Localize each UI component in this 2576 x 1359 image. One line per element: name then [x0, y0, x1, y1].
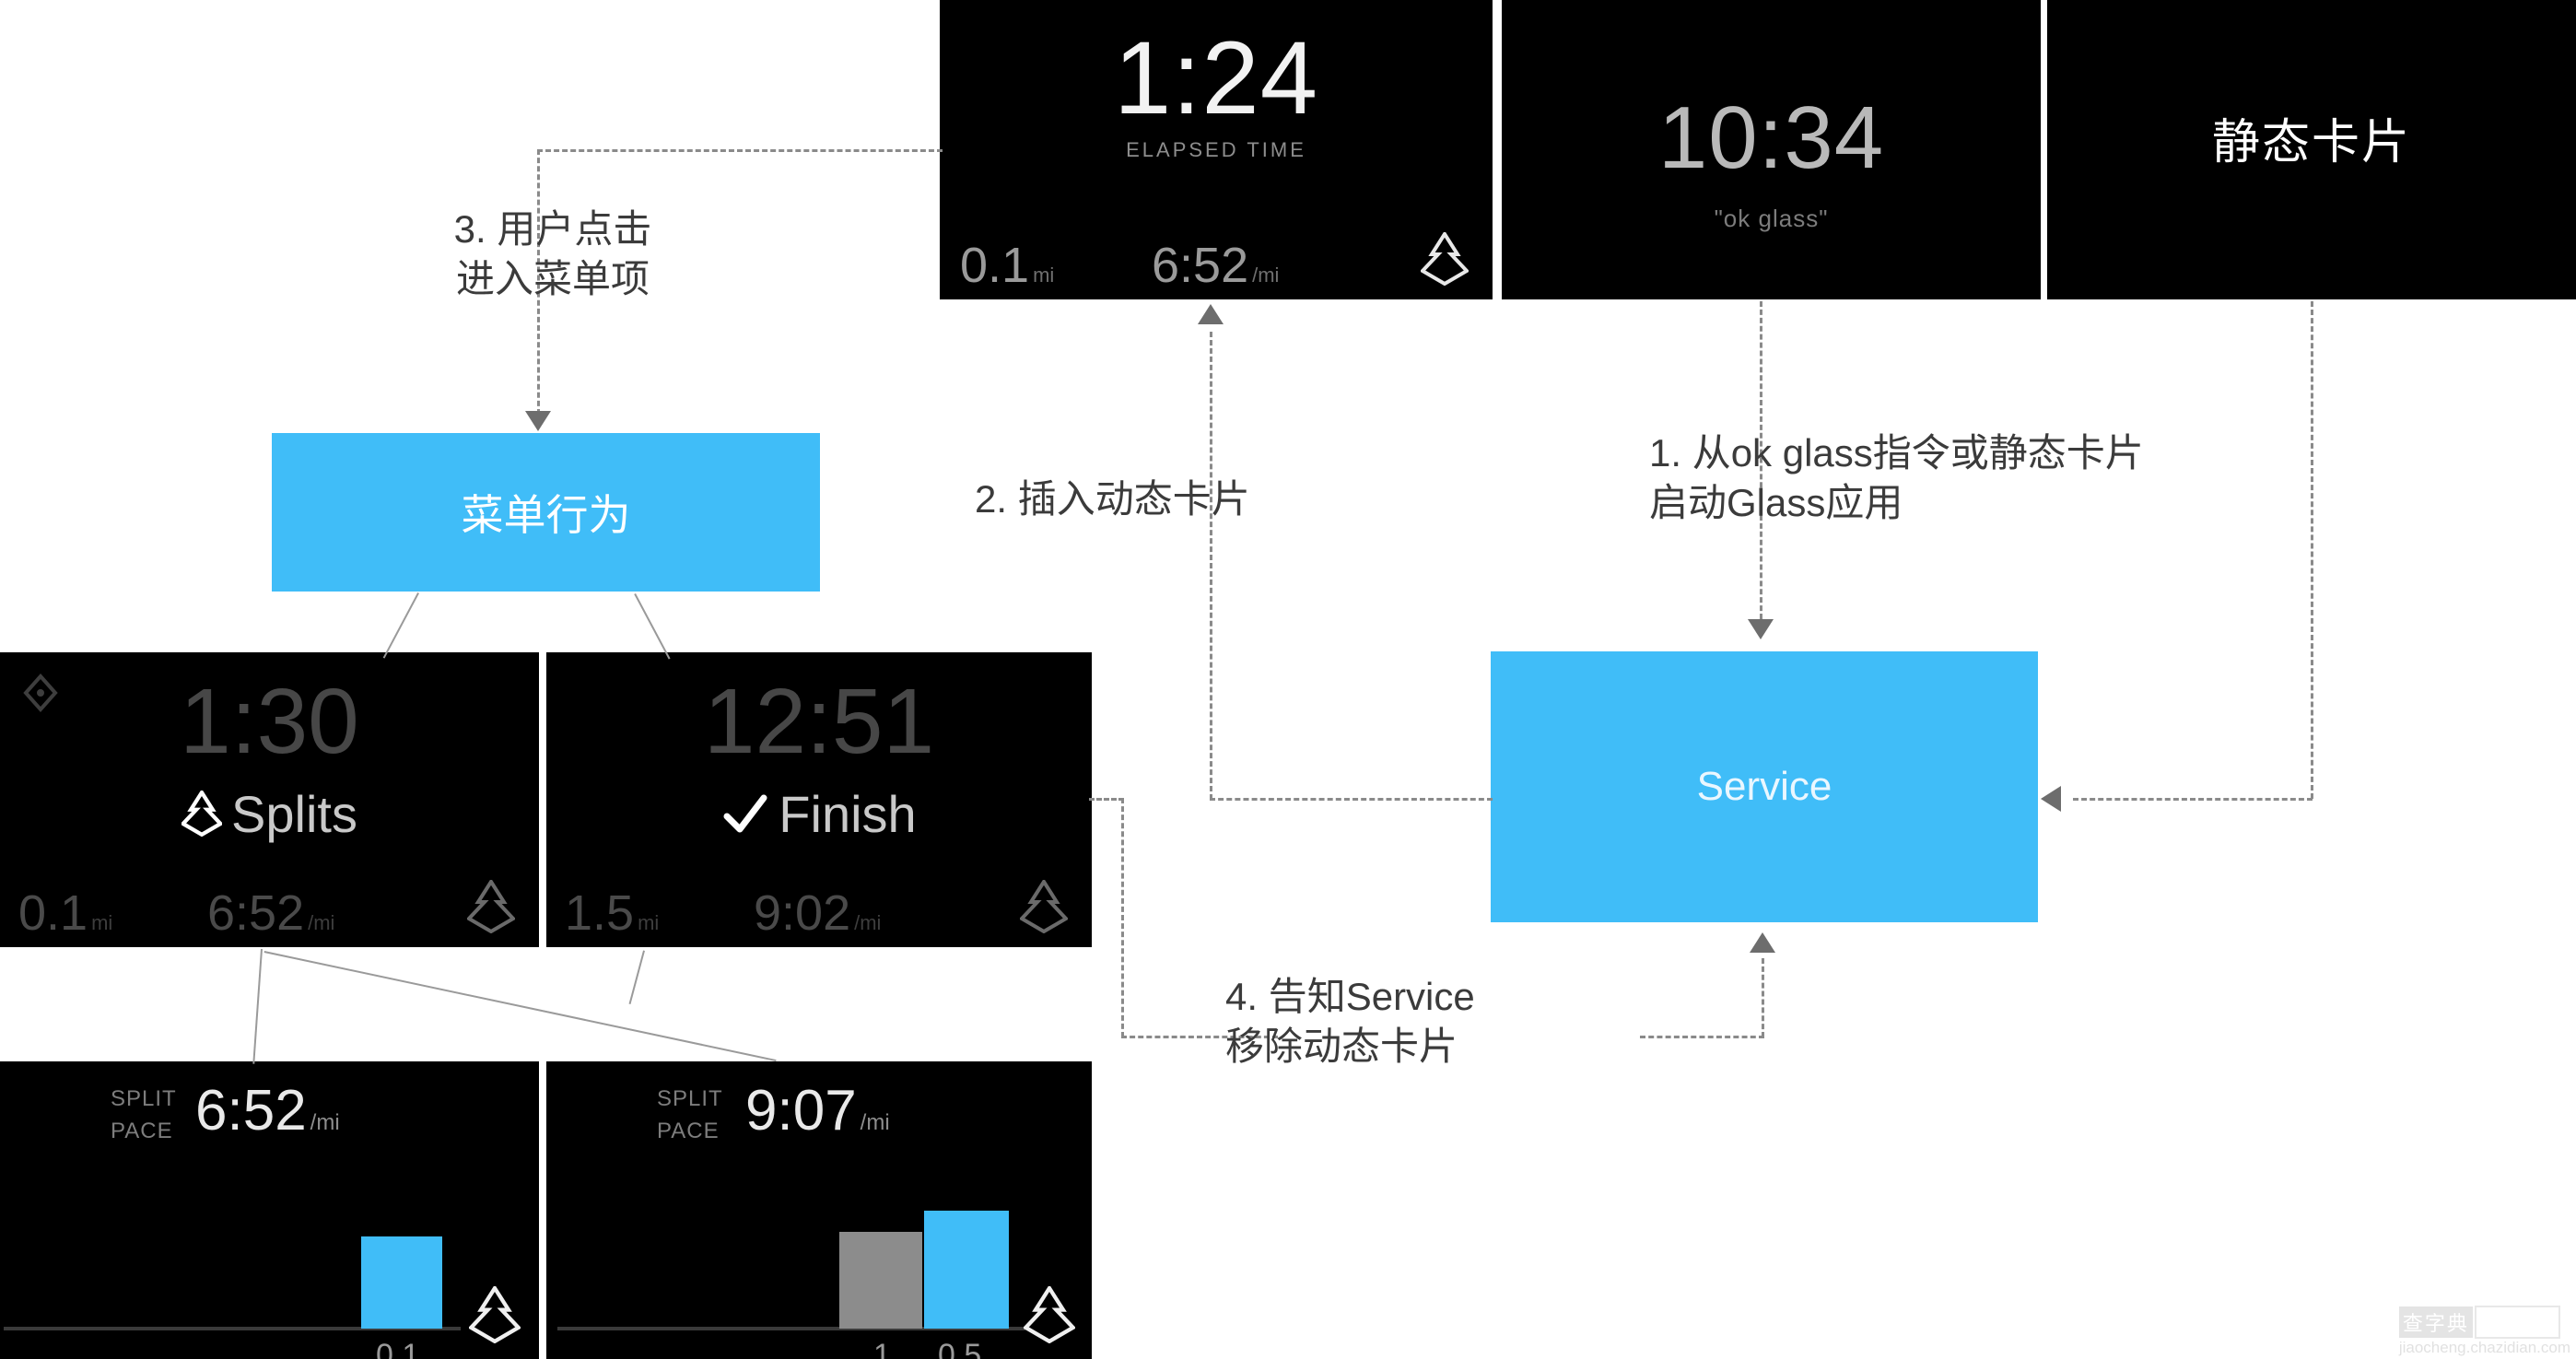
finish-pace: 9:02/mi: [754, 885, 882, 941]
finish-pace-unit: /mi: [854, 911, 882, 934]
glass-nav-icon: [1022, 1284, 1077, 1348]
card-static[interactable]: 静态卡片: [2047, 0, 2576, 299]
splits-menu-overlay: Splits: [0, 781, 539, 846]
glass-nav-icon: [181, 791, 223, 837]
leader-splits-to-chart1: [252, 948, 263, 1064]
card-elapsed-time[interactable]: 1:24 ELAPSED TIME 0.1 mi 6:52/mi: [940, 0, 1493, 299]
glass-nav-icon: [1419, 230, 1470, 290]
elapsed-pace-unit: /mi: [1252, 264, 1280, 287]
bar-label-0: 1: [873, 1338, 891, 1359]
watermark-url: jiaocheng.chazidian.com: [2398, 1339, 2570, 1356]
note-step-1: 1. 从ok glass指令或静态卡片 启动Glass应用: [1649, 431, 2144, 524]
finish-menu-overlay: Finish: [546, 781, 1092, 846]
finish-menu-label: Finish: [779, 784, 917, 843]
glass-nav-icon: [465, 878, 517, 938]
leader-finish-to-chart2: [628, 950, 645, 1004]
arrow-up-remove-card: [1750, 932, 1775, 953]
watermark-brand-right: 教程网: [2474, 1306, 2560, 1339]
split-pace-2-label: SPLIT PACE: [657, 1086, 723, 1143]
watermark-brand-left: 查字典: [2398, 1306, 2473, 1338]
splits-pace-unit: /mi: [308, 911, 335, 934]
menu-behavior-label: 菜单行为: [461, 491, 631, 539]
service-label: Service: [1696, 764, 1832, 809]
splits-pace: 6:52/mi: [207, 885, 335, 941]
bar-series-0: [839, 1232, 922, 1329]
glass-nav-icon: [467, 1284, 522, 1348]
card-ok-glass[interactable]: 10:34 "ok glass": [1502, 0, 2041, 299]
bar-label-1: 0.5: [938, 1338, 982, 1359]
arrow-down-to-menu-box: [525, 411, 551, 431]
leader-menu-to-finish: [634, 593, 671, 660]
bar-series-0: [361, 1236, 442, 1329]
arrow-left-to-service: [2041, 786, 2061, 812]
card-finish[interactable]: 12:51 Finish 1.5 mi 9:02/mi: [546, 652, 1092, 947]
note-step-2: 2. 插入动态卡片: [975, 477, 1250, 521]
bar-label-0: 0.1: [376, 1338, 420, 1359]
finish-distance: 1.5 mi: [565, 885, 660, 941]
clock-time-value: 10:34: [1657, 88, 1885, 187]
arrow-up-insert-card: [1198, 304, 1224, 324]
glass-nav-icon: [1018, 878, 1070, 938]
elapsed-bottom-strip: 0.1 mi 6:52/mi: [940, 228, 1493, 299]
static-card-label: 静态卡片: [2211, 116, 2411, 170]
splits-distance-unit: mi: [91, 911, 113, 934]
bar-series-1: [924, 1211, 1009, 1329]
split-pace-1-label: SPLIT PACE: [111, 1086, 177, 1143]
finish-time-value: 12:51: [703, 670, 935, 773]
elapsed-distance: 0.1 mi: [960, 238, 1055, 293]
ok-glass-label: "ok glass": [1714, 205, 1829, 232]
connector-static-to-service-v: [2311, 301, 2313, 799]
diagram-canvas: 1:24 ELAPSED TIME 0.1 mi 6:52/mi 10:34 "o…: [0, 0, 2576, 1359]
leader-splits-to-chart2: [263, 951, 777, 1062]
splits-time-value: 1:30: [180, 670, 359, 773]
watermark: 查字典 教程网 jiaocheng.chazidian.com: [2398, 1306, 2570, 1357]
card-split-pace-1[interactable]: SPLIT PACE 6:52/mi 0.1: [0, 1061, 539, 1359]
connector-service-bottom-v: [1762, 958, 1764, 1037]
splits-bottom-strip: 0.1 mi 6:52/mi: [0, 875, 539, 947]
split-pace-1-value: 6:52/mi: [195, 1079, 340, 1142]
card-split-pace-2[interactable]: SPLIT PACE 9:07/mi 1 0.5: [546, 1061, 1092, 1359]
connector-service-to-card-v: [1210, 332, 1212, 800]
elapsed-time-label: ELAPSED TIME: [1126, 138, 1306, 161]
note-step-3: 3. 用户点击 进入菜单项: [453, 207, 652, 300]
elapsed-distance-unit: mi: [1033, 264, 1055, 287]
card-splits[interactable]: 1:30 Splits 0.1 mi 6:52/mi: [0, 652, 539, 947]
check-icon: [721, 791, 769, 837]
split-pace-1-unit: /mi: [310, 1110, 340, 1135]
connector-service-to-card-h: [1210, 798, 1493, 801]
arrow-down-to-service: [1748, 619, 1774, 639]
connector-finish-to-service-v: [1121, 798, 1124, 1037]
menu-behavior-box[interactable]: 菜单行为: [272, 433, 820, 592]
connector-finish-to-service-h1: [1089, 798, 1124, 801]
service-box[interactable]: Service: [1491, 651, 2038, 922]
note-step-4: 4. 告知Service 移除动态卡片: [1225, 975, 1475, 1068]
watermark-brand: 查字典 教程网: [2398, 1306, 2570, 1339]
split-pace-2-value: 9:07/mi: [745, 1079, 890, 1142]
finish-bottom-strip: 1.5 mi 9:02/mi: [546, 875, 1092, 947]
elapsed-time-value: 1:24: [1114, 20, 1318, 135]
leader-menu-to-splits: [382, 592, 419, 659]
elapsed-pace: 6:52/mi: [1152, 238, 1280, 293]
connector-static-to-service-h: [2073, 798, 2313, 801]
splits-menu-label: Splits: [231, 784, 357, 843]
split-pace-2-unit: /mi: [860, 1110, 890, 1135]
splits-distance: 0.1 mi: [18, 885, 113, 941]
connector-elapsed-to-menu-h: [537, 149, 943, 152]
finish-distance-unit: mi: [638, 911, 660, 934]
